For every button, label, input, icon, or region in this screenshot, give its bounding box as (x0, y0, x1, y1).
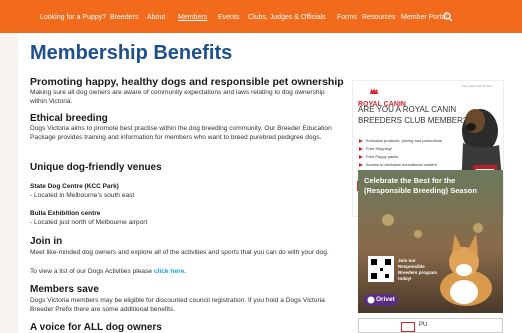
nav-item-member-portal[interactable]: Member Portal (401, 13, 447, 22)
nav-item-events[interactable]: Events (218, 13, 239, 22)
nav-item-resources[interactable]: Resources (362, 13, 395, 22)
section-heading-join-in: Join in (30, 236, 63, 247)
venue-text-state-dog-centre: - Located in Melbourne's south east (30, 192, 135, 199)
orivet-headline: Celebrate the Best for the (Responsible … (364, 176, 477, 195)
nav-item-clubs[interactable]: Clubs, Judges & Officials (248, 13, 326, 22)
section-text-join-in: Meet like-minded dog owners and explore … (30, 249, 329, 256)
royal-canin-bullet-2: Free Shipping* (366, 146, 393, 151)
activities-prefix: To view a list of our Dogs Activities pl… (30, 268, 154, 275)
section-text-activities: To view a list of our Dogs Activities pl… (30, 267, 340, 276)
nav-item-about[interactable]: About (147, 13, 165, 22)
nav-item-looking-for-puppy[interactable]: Looking for a Puppy? (40, 13, 106, 22)
section-heading-venues: Unique dog-friendly venues (30, 162, 162, 173)
third-ad-text: PU (419, 322, 428, 328)
royal-canin-bullet-4: Access to exclusive educational content (366, 162, 437, 167)
venue-title-state-dog-centre: State Dog Centre (KCC Park) (30, 183, 119, 190)
section-heading-members-save: Members save (30, 284, 99, 295)
search-icon[interactable] (443, 12, 453, 22)
third-ad[interactable]: PU (358, 318, 503, 333)
crown-icon (370, 88, 378, 94)
page-title: Membership Benefits (30, 42, 233, 64)
activities-link[interactable]: click here. (154, 268, 186, 275)
royal-canin-fine-print: * Ray valid until 31 Dec (461, 84, 493, 88)
royal-canin-bullet-3: Free Puppy packs (366, 154, 399, 159)
nav-item-members[interactable]: Members (178, 13, 207, 22)
section-text-promoting: Making sure all dog owners are aware of … (30, 89, 325, 105)
third-ad-logo (401, 322, 415, 332)
section-text-members-save: Dogs Victoria members may be eligible fo… (30, 297, 325, 313)
royal-canin-bullet-1: Exclusive products, pricing and promotio… (366, 138, 443, 143)
section-heading-ethical-breeding: Ethical breeding (30, 113, 108, 124)
royal-canin-headline-2: BREEDERS CLUB MEMBER? (358, 116, 468, 125)
venue-title-bulla: Bulla Exhibition centre (30, 210, 101, 217)
orivet-brand: Orivet (376, 296, 395, 303)
nav-item-forms[interactable]: Forms (337, 13, 357, 22)
orivet-qr-text: Join our Responsible Breeders program to… (398, 258, 438, 281)
section-text-ethical-breeding: Dogs Victoria aims to promote best pract… (30, 125, 332, 141)
nav-item-breeders[interactable]: Breeders (110, 13, 138, 22)
royal-canin-headline-1: ARE YOU A ROYAL CANIN (358, 105, 457, 114)
orivet-ad[interactable]: Celebrate the Best for the (Responsible … (358, 170, 503, 313)
venue-text-bulla: - Located just north of Melbourne airpor… (30, 219, 148, 226)
section-heading-voice: A voice for ALL dog owners (30, 322, 162, 333)
top-navigation: Looking for a Puppy? Breeders About Memb… (0, 0, 522, 33)
section-heading-promoting: Promoting happy, healthy dogs and respon… (30, 76, 344, 88)
